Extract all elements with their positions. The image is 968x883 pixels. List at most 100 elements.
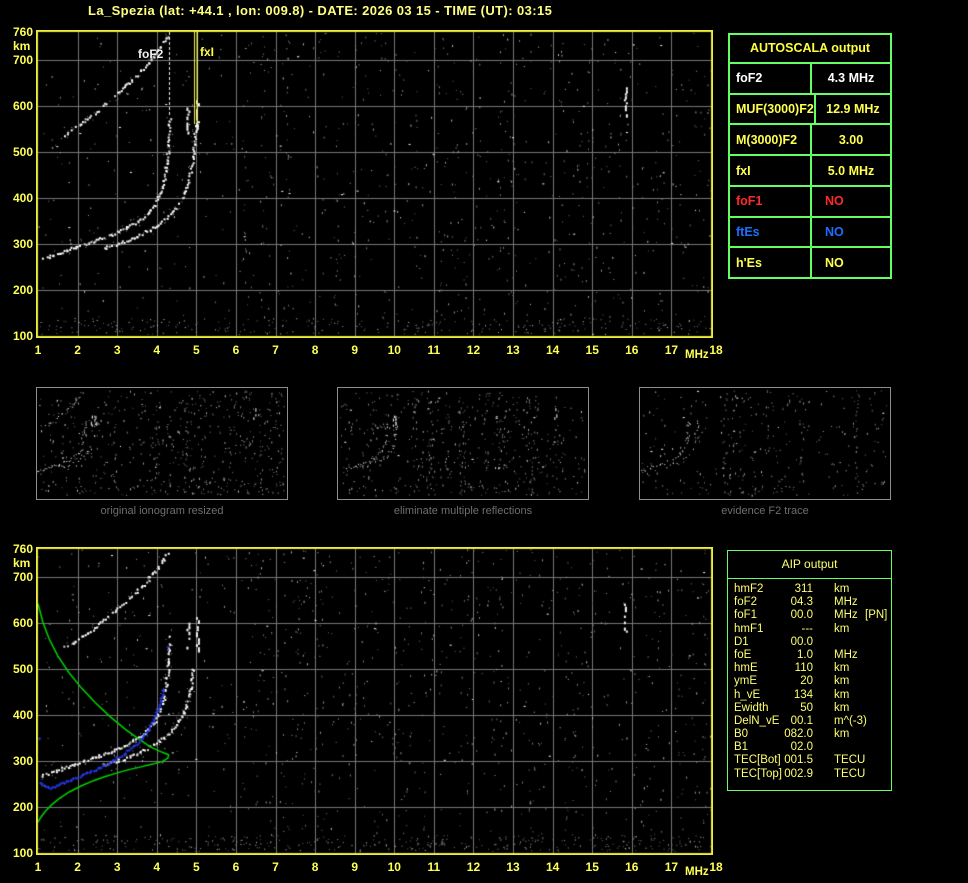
- y-tick-label: 200: [0, 283, 33, 297]
- thumbnail-evidence-f2: evidence F2 trace: [639, 387, 891, 517]
- x-tick-label: 7: [263, 860, 289, 874]
- x-tick-label: 5: [183, 860, 209, 874]
- y-tick-label: 300: [0, 237, 33, 251]
- aip-param-unit: km: [834, 702, 849, 714]
- aip-param-unit: MHz: [834, 609, 858, 621]
- autoscala-row: h'EsNO: [730, 248, 890, 277]
- autoscala-row-label: M(3000)F2: [730, 125, 812, 154]
- autoscala-row-label: foF1: [730, 187, 812, 216]
- aip-param-value: 1.0: [753, 649, 813, 661]
- autoscala-row-value: NO: [812, 218, 890, 247]
- aip-row: hmF1---km: [728, 623, 891, 636]
- x-tick-label: 1: [25, 343, 51, 357]
- autoscala-row: MUF(3000)F212.9 MHz: [730, 95, 890, 126]
- aip-row: DelN_vE00.1m^(-3): [728, 715, 891, 728]
- y-tick-label: 100: [0, 846, 33, 860]
- aip-param-value: 001.5: [753, 754, 813, 766]
- aip-param-name: foE: [734, 649, 751, 661]
- aip-row: B102.0: [728, 741, 891, 754]
- autoscala-row-value: NO: [812, 248, 890, 277]
- thumbnail-canvas-evidence: [639, 387, 891, 500]
- aip-param-value: ---: [753, 623, 813, 635]
- aip-row: D1 00.0: [728, 636, 891, 649]
- y-tick-label: 500: [0, 662, 33, 676]
- thumbnail-caption: eliminate multiple reflections: [337, 505, 589, 517]
- y-tick-label: 300: [0, 754, 33, 768]
- aip-param-value: 00.0: [753, 636, 813, 648]
- autoscala-row: ftEsNO: [730, 218, 890, 249]
- x-tick-label: 6: [223, 860, 249, 874]
- aip-row: foF100.0MHz[PN]: [728, 609, 891, 622]
- aip-row: TEC[Top]002.9TECU: [728, 768, 891, 781]
- x-tick-label: 1: [25, 860, 51, 874]
- ionogram-canvas-top: [36, 30, 713, 338]
- aip-param-unit: km: [834, 689, 849, 701]
- y-tick-label: 700: [0, 570, 33, 584]
- x-tick-label: 12: [460, 343, 486, 357]
- aip-param-unit: km: [834, 623, 849, 635]
- y-tick-label: 100: [0, 329, 33, 343]
- aip-row: B0082.0km: [728, 728, 891, 741]
- y-tick-label: 400: [0, 191, 33, 205]
- x-tick-label: 6: [223, 343, 249, 357]
- x-tick-label: 13: [500, 343, 526, 357]
- autoscala-row-label: foF2: [730, 64, 812, 93]
- autoscala-row: fxI5.0 MHz: [730, 156, 890, 187]
- thumbnail-caption: original ionogram resized: [36, 505, 288, 517]
- aip-param-value: 311: [753, 583, 813, 595]
- autoscala-row-value: 5.0 MHz: [812, 156, 890, 185]
- y-tick-label: 760: [0, 25, 33, 39]
- aip-param-value: 00.1: [753, 715, 813, 727]
- x-tick-label: 16: [619, 343, 645, 357]
- y-tick-label: 600: [0, 99, 33, 113]
- thumbnail-eliminate-reflections: eliminate multiple reflections: [337, 387, 589, 517]
- y-tick-label: 200: [0, 800, 33, 814]
- aip-row: TEC[Bot]001.5TECU: [728, 754, 891, 767]
- aip-param-unit: km: [834, 662, 849, 674]
- aip-param-value: 110: [753, 662, 813, 674]
- autoscala-row-label: MUF(3000)F2: [730, 95, 816, 124]
- y-axis-unit-label: km: [13, 556, 30, 570]
- y-tick-label: 700: [0, 53, 33, 67]
- aip-param-unit: MHz: [834, 649, 858, 661]
- x-tick-label: 3: [104, 860, 130, 874]
- aip-row: Ewidth50km: [728, 702, 891, 715]
- x-tick-label: 9: [342, 860, 368, 874]
- ionogram-plot-top: foF2 fxI: [36, 30, 713, 338]
- aip-param-value: 082.0: [753, 728, 813, 740]
- aip-row: hmE110km: [728, 662, 891, 675]
- aip-param-unit: m^(-3): [834, 715, 867, 727]
- x-tick-label: 17: [658, 860, 684, 874]
- x-tick-label: 5: [183, 343, 209, 357]
- autoscala-row-label: ftEs: [730, 218, 812, 247]
- thumbnail-canvas-original: [36, 387, 288, 500]
- autoscala-row-value: NO: [812, 187, 890, 216]
- x-axis-unit-label: MHz: [685, 349, 709, 361]
- x-tick-label: 17: [658, 343, 684, 357]
- aip-param-unit: km: [834, 583, 849, 595]
- ionogram-plot-bottom: [36, 547, 713, 855]
- y-tick-label: 400: [0, 708, 33, 722]
- thumbnail-original-ionogram: original ionogram resized: [36, 387, 288, 517]
- x-tick-label: 8: [302, 343, 328, 357]
- y-axis-unit-label: km: [13, 39, 30, 53]
- x-tick-label: 4: [144, 343, 170, 357]
- aip-param-value: 00.0: [753, 609, 813, 621]
- x-tick-label: 7: [263, 343, 289, 357]
- page-title: La_Spezia (lat: +44.1 , lon: 009.8) - DA…: [88, 3, 552, 18]
- x-tick-label: 9: [342, 343, 368, 357]
- x-tick-label: 15: [579, 343, 605, 357]
- aip-param-value: 002.9: [753, 768, 813, 780]
- x-tick-label: 4: [144, 860, 170, 874]
- autoscala-output-table: AUTOSCALA output foF24.3 MHzMUF(3000)F21…: [728, 33, 892, 279]
- aip-table-header: AIP output: [728, 551, 891, 579]
- autoscala-row-value: 12.9 MHz: [816, 95, 890, 124]
- autoscala-row-value: 4.3 MHz: [812, 64, 890, 93]
- aip-param-name: D1: [734, 636, 749, 648]
- aip-row: foE1.0 MHz: [728, 649, 891, 662]
- ionogram-canvas-bottom: [36, 547, 713, 855]
- x-tick-label: 2: [65, 860, 91, 874]
- aip-param-unit: km: [834, 728, 849, 740]
- y-tick-label: 500: [0, 145, 33, 159]
- aip-output-table: AIP output hmF2311kmfoF204.3MHzfoF100.0M…: [727, 550, 892, 791]
